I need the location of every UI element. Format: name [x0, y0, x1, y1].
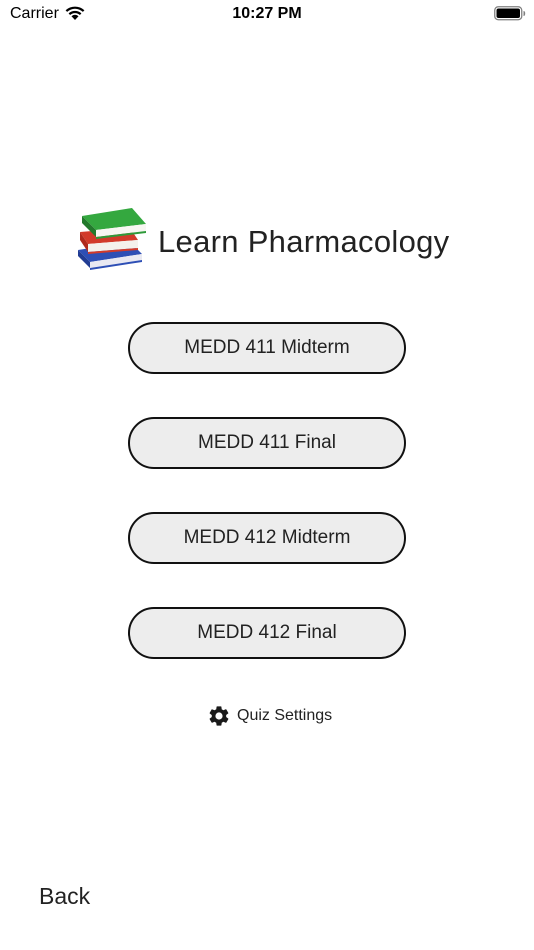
quiz-settings-button[interactable]: Quiz Settings	[207, 703, 332, 729]
battery-icon	[494, 6, 526, 21]
medd-411-final-button[interactable]: MEDD 411 Final	[128, 417, 406, 469]
quiz-settings-label: Quiz Settings	[237, 707, 333, 724]
medd-412-midterm-button[interactable]: MEDD 412 Midterm	[128, 512, 406, 564]
status-bar: Carrier 10:27 PM	[0, 0, 534, 28]
app-header: Learn Pharmacology	[72, 204, 472, 284]
books-icon	[78, 208, 146, 270]
app-title: Learn Pharmacology	[158, 224, 450, 259]
gear-icon	[209, 706, 229, 726]
back-button[interactable]: Back	[39, 883, 90, 910]
clock: 10:27 PM	[232, 5, 302, 22]
medd-411-midterm-button[interactable]: MEDD 411 Midterm	[128, 322, 406, 374]
medd-412-final-button[interactable]: MEDD 412 Final	[128, 607, 406, 659]
